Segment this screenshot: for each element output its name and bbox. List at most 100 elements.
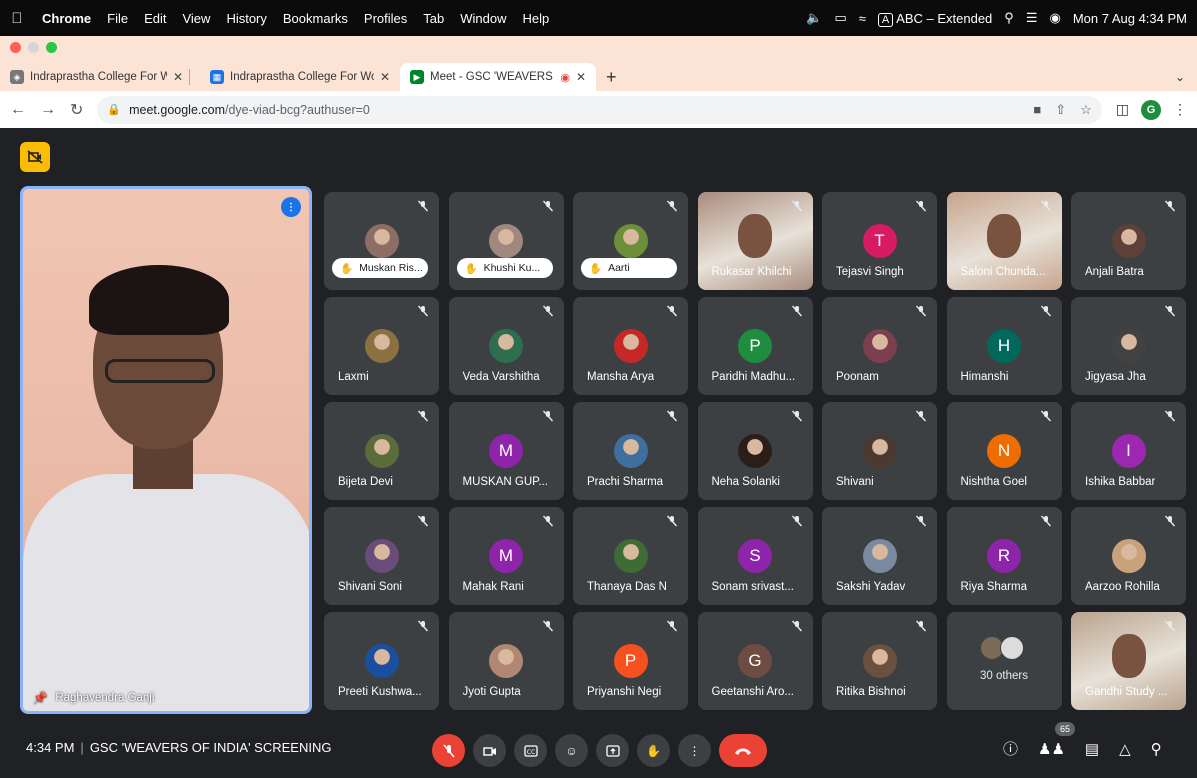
participant-tile[interactable]: Preeti Kushwa... (324, 612, 439, 710)
wifi-icon[interactable]: ≈ (859, 11, 866, 26)
lock-icon[interactable]: 🔒 (107, 103, 121, 116)
tab-meet[interactable]: ▶ Meet - GSC 'WEAVERS OF ◉ ✕ (400, 63, 596, 91)
leave-call-button[interactable] (719, 734, 767, 767)
present-screen-button[interactable] (596, 734, 629, 767)
close-window-button[interactable] (10, 42, 21, 53)
participant-tile[interactable]: S Sonam srivast... (697, 507, 813, 605)
menu-edit[interactable]: Edit (136, 11, 174, 26)
participant-tile[interactable]: H Himanshi (946, 297, 1062, 395)
host-controls-icon[interactable]: ⚲ (1151, 740, 1162, 758)
participant-tile[interactable]: Shivani (822, 402, 937, 500)
share-icon[interactable]: ⇧ (1055, 102, 1066, 118)
participant-tile[interactable]: P Priyanshi Negi (573, 612, 688, 710)
participant-tile[interactable]: Mansha Arya (573, 297, 688, 395)
chat-icon[interactable]: ▤ (1085, 740, 1099, 758)
activities-icon[interactable]: △ (1119, 740, 1131, 758)
control-center-icon[interactable]: ☰ (1026, 10, 1038, 26)
close-tab-icon[interactable]: ✕ (576, 70, 586, 84)
apple-menu-icon[interactable]:  (0, 10, 34, 27)
participant-tile[interactable]: R Riya Sharma (946, 507, 1062, 605)
menu-view[interactable]: View (174, 11, 218, 26)
participant-tile[interactable]: Shivani Soni (324, 507, 439, 605)
people-icon[interactable]: ♟♟ (1038, 740, 1065, 758)
participant-tile[interactable]: Saloni Chunda... (946, 192, 1062, 290)
close-tab-icon[interactable]: ✕ (380, 70, 390, 84)
participant-tile[interactable]: Anjali Batra (1071, 192, 1186, 290)
more-menu-icon[interactable]: ⋮ (1173, 101, 1187, 118)
pin-icon[interactable]: 📌 (33, 691, 47, 705)
participant-tile[interactable]: Laxmi (324, 297, 439, 395)
participant-tile[interactable]: Poonam (822, 297, 937, 395)
participant-avatar: M (489, 539, 523, 573)
participant-tile[interactable]: ✋ Khushi Ku... (448, 192, 564, 290)
tab-indraprastha-2[interactable]: ▦ Indraprastha College For Wome ✕ (200, 63, 400, 91)
menu-app-name[interactable]: Chrome (34, 11, 99, 26)
raise-hand-button[interactable]: ✋ (637, 734, 670, 767)
participant-tile[interactable]: Rukasar Khilchi (697, 192, 813, 290)
raised-hand-icon: ✋ (589, 262, 603, 275)
participant-tile[interactable]: Prachi Sharma (573, 402, 688, 500)
participant-tile[interactable]: Aarzoo Rohilla (1071, 507, 1186, 605)
participant-tile[interactable]: Jigyasa Jha (1071, 297, 1186, 395)
participant-tile[interactable]: Gandhi Study ... (1071, 612, 1186, 710)
participant-tile[interactable]: M Mahak Rani (448, 507, 564, 605)
participant-tile[interactable]: I Ishika Babbar (1071, 402, 1186, 500)
mic-off-icon (666, 515, 678, 530)
participant-tile[interactable]: Bijeta Devi (324, 402, 439, 500)
side-panel-icon[interactable]: ◫ (1116, 101, 1129, 118)
participant-tile[interactable]: Jyoti Gupta (448, 612, 564, 710)
bookmark-star-icon[interactable]: ☆ (1080, 102, 1092, 118)
menu-history[interactable]: History (218, 11, 274, 26)
menu-file[interactable]: File (99, 11, 136, 26)
camera-button[interactable] (473, 734, 506, 767)
spotlight-search-icon[interactable]: ⚲ (1004, 10, 1014, 26)
participant-tile[interactable]: Thanaya Das N (573, 507, 688, 605)
menu-tab[interactable]: Tab (415, 11, 452, 26)
captions-button[interactable]: CC (514, 734, 547, 767)
participant-tile[interactable]: 30 others (946, 612, 1062, 710)
participant-tile[interactable]: N Nishtha Goel (946, 402, 1062, 500)
participant-tile[interactable]: M MUSKAN GUP... (448, 402, 564, 500)
minimize-window-button[interactable] (28, 42, 39, 53)
participant-avatar (613, 329, 648, 363)
battery-icon[interactable]: ▭ (834, 10, 846, 26)
input-source[interactable]: A ABC – Extended (877, 11, 992, 27)
participant-avatar (862, 434, 897, 468)
tab-indraprastha-1[interactable]: ◈ Indraprastha College For Wome ✕ (0, 63, 200, 91)
reload-icon[interactable]: ↻ (70, 100, 83, 120)
mic-off-icon (417, 620, 429, 635)
new-tab-button[interactable]: + (596, 67, 627, 88)
meeting-info-icon[interactable]: ⓘ (1003, 738, 1018, 759)
participant-name: Muskan Ris... (359, 262, 423, 274)
menu-clock[interactable]: Mon 7 Aug 4:34 PM (1073, 11, 1187, 26)
forward-arrow-icon[interactable]: → (40, 101, 56, 119)
tab-title: Indraprastha College For Wome (230, 71, 374, 83)
zoom-window-button[interactable] (46, 42, 57, 53)
menu-bookmarks[interactable]: Bookmarks (275, 11, 356, 26)
participant-tile[interactable]: G Geetanshi Aro... (697, 612, 813, 710)
camera-off-indicator-icon[interactable] (20, 142, 50, 172)
participant-tile[interactable]: ✋ Aarti (573, 192, 688, 290)
participant-tile[interactable]: P Paridhi Madhu... (697, 297, 813, 395)
tab-search-chevron-icon[interactable]: ⌄ (1175, 70, 1185, 84)
pinned-speaker-video[interactable]: ⋮ 📌 Raghavendra Ganji (20, 186, 312, 714)
more-options-icon[interactable]: ⋮ (678, 734, 711, 767)
emoji-reaction-button[interactable]: ☺ (555, 734, 588, 767)
participant-tile[interactable]: ✋ Muskan Ris... (324, 192, 439, 290)
participant-tile[interactable]: T Tejasvi Singh (822, 192, 937, 290)
microphone-off-button[interactable] (432, 734, 465, 767)
menu-window[interactable]: Window (452, 11, 514, 26)
menu-profiles[interactable]: Profiles (356, 11, 415, 26)
back-arrow-icon[interactable]: ← (10, 101, 26, 119)
profile-avatar[interactable]: G (1141, 99, 1161, 120)
participant-tile[interactable]: Ritika Bishnoi (822, 612, 937, 710)
participant-tile[interactable]: Sakshi Yadav (822, 507, 937, 605)
camera-in-use-icon[interactable]: ■ (1033, 102, 1041, 118)
volume-icon[interactable]: 🔈 (806, 10, 822, 26)
participant-tile[interactable]: Neha Solanki (697, 402, 813, 500)
siri-icon[interactable]: ◉ (1049, 10, 1060, 26)
address-bar[interactable]: 🔒 meet.google.com/dye-viad-bcg?authuser=… (97, 95, 1102, 124)
close-tab-icon[interactable]: ✕ (173, 70, 183, 84)
participant-tile[interactable]: Veda Varshitha (448, 297, 564, 395)
menu-help[interactable]: Help (515, 11, 558, 26)
